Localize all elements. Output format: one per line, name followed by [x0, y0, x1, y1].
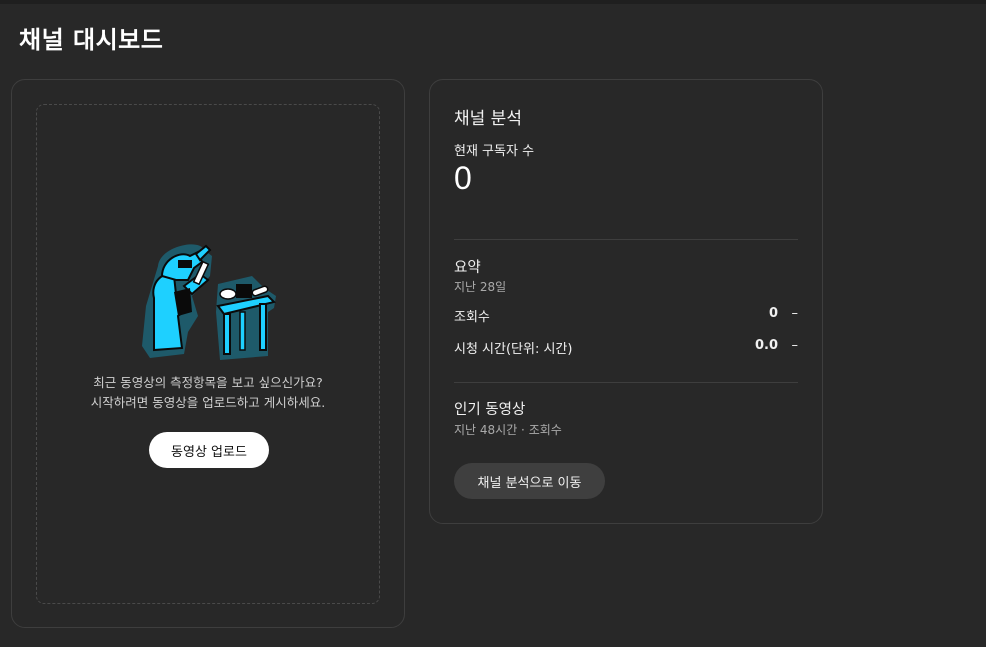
- empty-state-message: 최근 동영상의 측정항목을 보고 싶으신가요?: [93, 375, 323, 390]
- summary-title: 요약: [454, 260, 481, 276]
- empty-state-hint: 시작하려면 동영상을 업로드하고 게시하세요.: [90, 395, 326, 410]
- scientist-microscope-illustration: [142, 244, 276, 360]
- go-to-analytics-button[interactable]: 채널 분석으로 이동: [454, 463, 605, 499]
- trend-dash-icon: –: [791, 338, 799, 353]
- metric-label: 시청 시간(단위: 시간): [454, 342, 573, 357]
- metric-row-watch-time: 시청 시간(단위: 시간) 0.0 –: [454, 338, 798, 358]
- divider: [454, 239, 798, 240]
- metric-value: 0: [768, 306, 778, 321]
- metric-label: 조회수: [454, 310, 490, 325]
- popular-videos-period: 지난 48시간 · 조회수: [454, 423, 562, 437]
- page-title: 채널 대시보드: [19, 26, 164, 54]
- trend-dash-icon: –: [791, 306, 799, 321]
- top-border: [0, 0, 986, 4]
- metric-row-views: 조회수 0 –: [454, 306, 798, 326]
- analytics-title: 채널 분석: [454, 109, 522, 129]
- subscribers-label: 현재 구독자 수: [454, 144, 535, 159]
- channel-analytics-card: 채널 분석 현재 구독자 수 0 요약 지난 28일 조회수 0 – 시청 시간…: [429, 79, 823, 524]
- divider: [454, 382, 798, 383]
- upload-dropzone: 최근 동영상의 측정항목을 보고 싶으신가요? 시작하려면 동영상을 업로드하고…: [36, 104, 380, 604]
- upload-video-button[interactable]: 동영상 업로드: [149, 432, 269, 468]
- summary-period: 지난 28일: [454, 280, 507, 294]
- upload-card: 최근 동영상의 측정항목을 보고 싶으신가요? 시작하려면 동영상을 업로드하고…: [11, 79, 405, 628]
- popular-videos-title: 인기 동영상: [454, 402, 526, 418]
- metric-value: 0.0: [754, 338, 778, 353]
- subscribers-count: 0: [454, 160, 472, 196]
